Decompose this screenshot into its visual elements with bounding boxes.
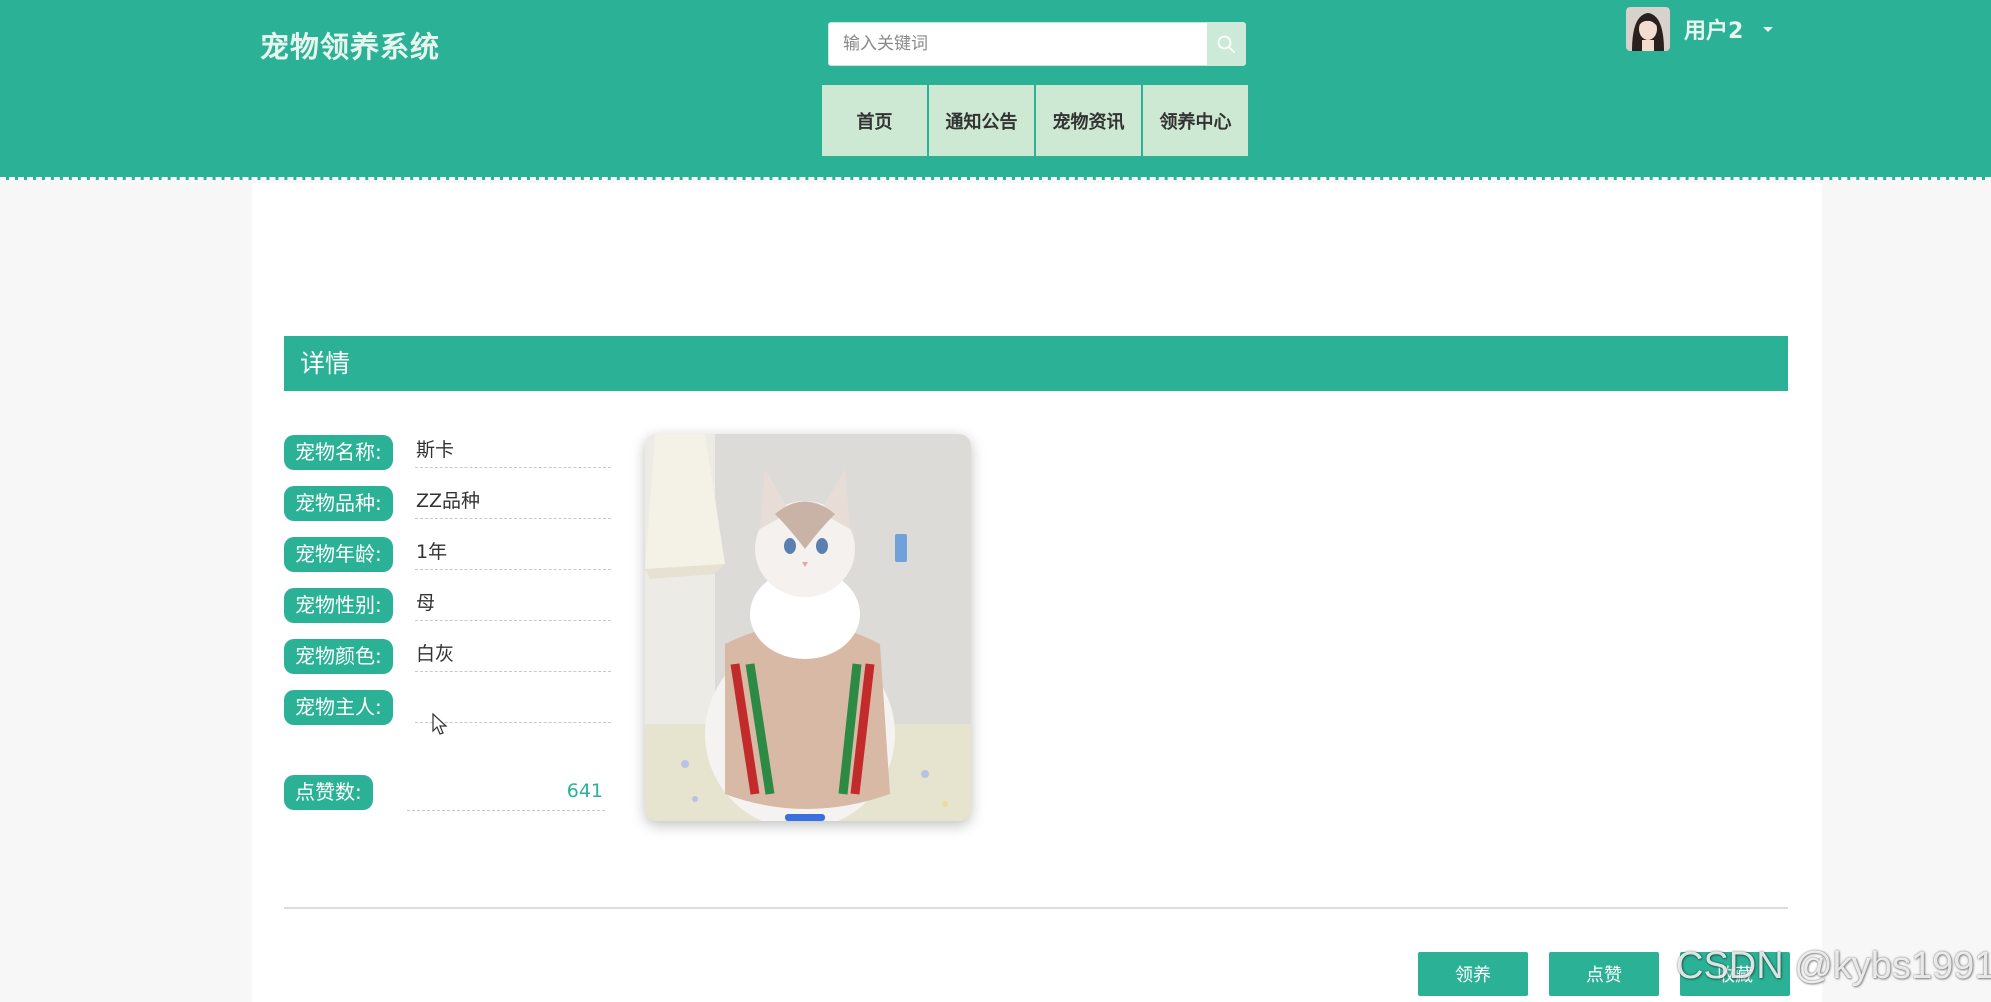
field-value: ZZ品种 (415, 484, 611, 519)
search-icon (1217, 35, 1235, 53)
main-nav: 首页 通知公告 宠物资讯 领养中心 (822, 85, 1250, 156)
caret-down-icon[interactable] (1763, 26, 1774, 32)
field-label: 宠物颜色: (284, 639, 393, 674)
search-button[interactable] (1207, 23, 1245, 65)
field-pet-age: 宠物年龄: 1年 (284, 535, 614, 586)
field-pet-breed: 宠物品种: ZZ品种 (284, 484, 614, 535)
field-value: 斯卡 (415, 433, 611, 468)
user-menu[interactable]: 用户2 (1626, 6, 1774, 52)
mouse-cursor-icon (432, 713, 448, 735)
field-label: 宠物主人: (284, 690, 393, 725)
field-value: 白灰 (415, 637, 611, 672)
content-panel: 详情 宠物名称: 斯卡 宠物品种: ZZ品种 宠物年龄: 1年 宠物性别: 母 … (252, 183, 1822, 1002)
field-label: 宠物年龄: (284, 537, 393, 572)
site-logo[interactable]: 宠物领养系统 (260, 24, 440, 66)
nav-item-pet-news[interactable]: 宠物资讯 (1036, 85, 1141, 156)
search-box (828, 22, 1246, 66)
user-name[interactable]: 用户2 (1684, 13, 1743, 45)
field-label: 宠物品种: (284, 486, 393, 521)
field-label: 宠物性别: (284, 588, 393, 623)
nav-item-home[interactable]: 首页 (822, 85, 927, 156)
like-button[interactable]: 点赞 (1549, 952, 1659, 996)
field-pet-owner: 宠物主人: (284, 688, 614, 739)
field-pet-gender: 宠物性别: 母 (284, 586, 614, 637)
watermark: CSDN @kybs1991 (1676, 945, 1991, 987)
section-title: 详情 (284, 336, 1788, 391)
field-pet-color: 宠物颜色: 白灰 (284, 637, 614, 688)
top-header: 宠物领养系统 首页 通知公告 宠物资讯 领养中心 用户2 (0, 0, 1991, 180)
nav-item-notices[interactable]: 通知公告 (929, 85, 1034, 156)
field-value: 1年 (415, 535, 611, 570)
avatar[interactable] (1626, 7, 1670, 51)
nav-item-adoption-center[interactable]: 领养中心 (1143, 85, 1248, 156)
adopt-button[interactable]: 领养 (1418, 952, 1528, 996)
likes-count-row: 点赞数: 641 (284, 775, 614, 815)
likes-count: 641 (407, 771, 605, 811)
likes-label: 点赞数: (284, 775, 373, 810)
pet-info-fields: 宠物名称: 斯卡 宠物品种: ZZ品种 宠物年龄: 1年 宠物性别: 母 宠物颜… (284, 433, 614, 739)
search-input[interactable] (829, 23, 1207, 65)
divider (284, 907, 1788, 909)
field-pet-name: 宠物名称: 斯卡 (284, 433, 614, 484)
field-value: 母 (415, 586, 611, 621)
field-label: 宠物名称: (284, 435, 393, 470)
pet-photo (645, 434, 971, 821)
